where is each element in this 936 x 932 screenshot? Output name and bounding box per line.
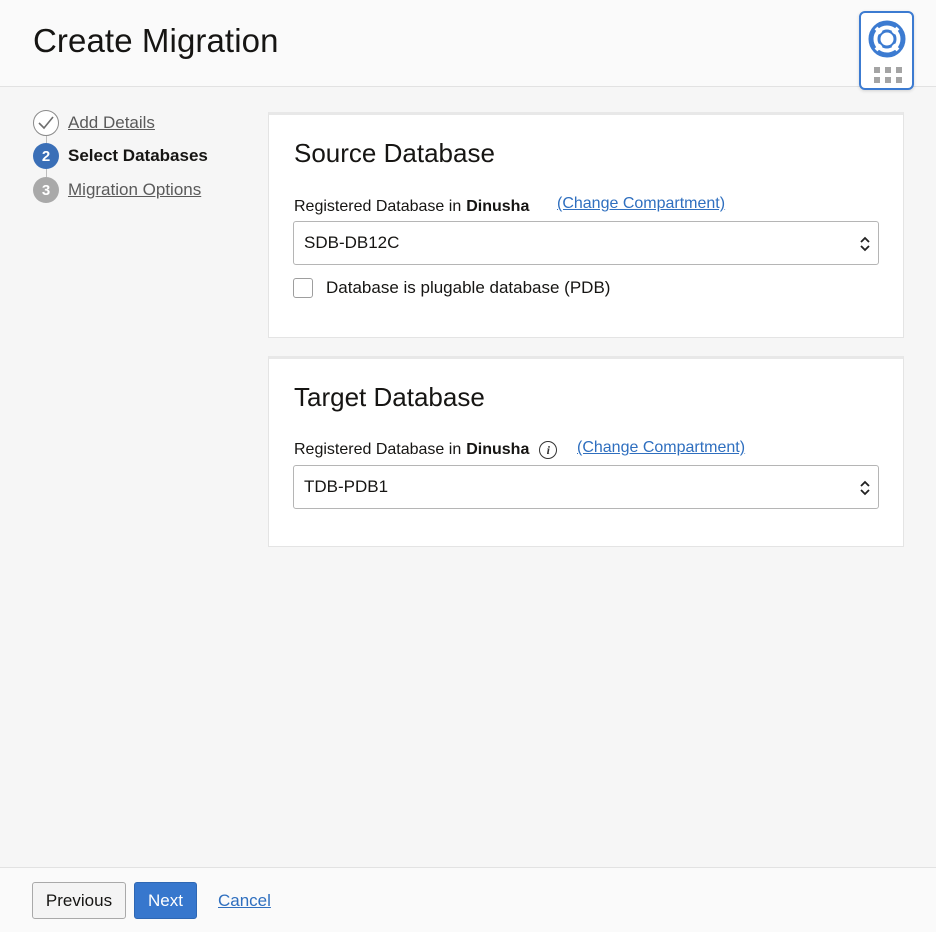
step-number-badge: 2 xyxy=(33,143,59,169)
pdb-checkbox-row[interactable]: Database is plugable database (PDB) xyxy=(293,278,610,298)
select-value: TDB-PDB1 xyxy=(304,477,389,496)
checkmark-icon xyxy=(33,110,59,136)
source-field-label: Registered Database in Dinusha xyxy=(294,198,529,216)
step-label[interactable]: Migration Options xyxy=(68,180,201,200)
chevron-updown-icon xyxy=(860,480,870,496)
page-title: Create Migration xyxy=(33,22,279,59)
compartment-name: Dinusha xyxy=(466,441,530,458)
change-compartment-link[interactable]: (Change Compartment) xyxy=(577,439,745,457)
pdb-checkbox[interactable] xyxy=(293,278,313,298)
step-label: Select Databases xyxy=(68,146,208,165)
help-widget[interactable] xyxy=(859,11,914,90)
step-number-badge: 3 xyxy=(33,177,59,203)
change-compartment-link[interactable]: (Change Compartment) xyxy=(557,195,725,213)
chevron-updown-icon xyxy=(860,236,870,252)
cancel-link[interactable]: Cancel xyxy=(218,882,274,919)
lifebuoy-icon xyxy=(868,20,906,58)
step-add-details[interactable]: Add Details xyxy=(33,110,155,136)
next-button[interactable]: Next xyxy=(134,882,197,919)
grid-dots-icon xyxy=(874,67,902,83)
info-icon[interactable]: i xyxy=(539,441,558,459)
step-migration-options[interactable]: 3 Migration Options xyxy=(33,177,201,203)
footer-bar: Previous Next Cancel xyxy=(0,867,936,932)
step-select-databases: 2 Select Databases xyxy=(33,143,208,169)
previous-button[interactable]: Previous xyxy=(32,882,126,919)
compartment-name: Dinusha xyxy=(466,198,530,215)
label-prefix: Registered Database in xyxy=(294,198,462,215)
checkbox-label: Database is plugable database (PDB) xyxy=(326,278,611,297)
section-title: Target Database xyxy=(294,382,485,412)
label-prefix: Registered Database in xyxy=(294,441,462,458)
step-label[interactable]: Add Details xyxy=(68,113,155,133)
source-database-select[interactable]: SDB-DB12C xyxy=(293,221,879,265)
source-database-panel: Source Database Registered Database in D… xyxy=(268,112,904,338)
target-database-select[interactable]: TDB-PDB1 xyxy=(293,465,879,509)
select-value: SDB-DB12C xyxy=(304,233,400,252)
target-database-panel: Target Database Registered Database in D… xyxy=(268,356,904,547)
target-field-label: Registered Database in Dinusha i xyxy=(294,441,558,459)
page-header: Create Migration xyxy=(0,0,936,90)
section-title: Source Database xyxy=(294,138,495,168)
